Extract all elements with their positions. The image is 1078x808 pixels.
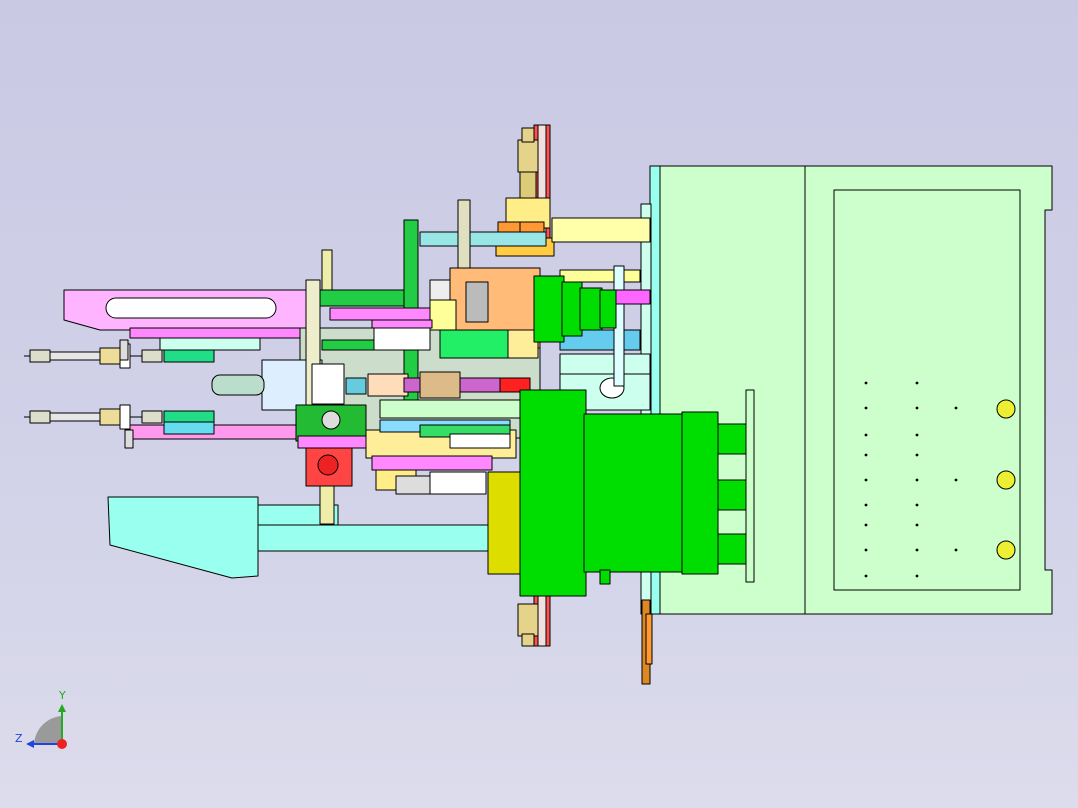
left-air-cylinder-upper[interactable]: [24, 343, 163, 369]
base-plate-inner-panel: [833, 189, 1021, 591]
z-axis-label: Z: [15, 732, 23, 745]
orange-clamp[interactable]: [641, 599, 653, 685]
bottom-cylinder[interactable]: [517, 595, 551, 647]
cad-model-view: Y Z: [15, 124, 1053, 749]
axis-triad: Y Z: [15, 689, 67, 749]
y-axis-label: Y: [58, 689, 66, 702]
top-cylinder-assembly[interactable]: [419, 124, 651, 291]
cyan-bracket[interactable]: [107, 496, 495, 579]
cad-viewport[interactable]: Y Z: [0, 0, 1078, 808]
x-axis-dot: [57, 739, 67, 749]
